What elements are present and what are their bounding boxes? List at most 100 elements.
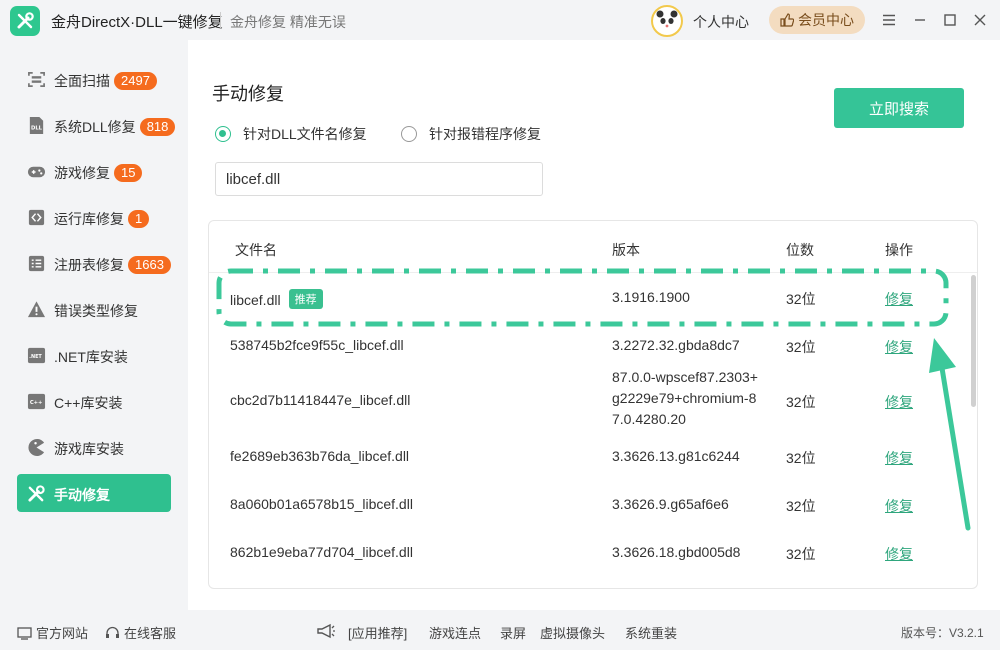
dll-filename-input[interactable] <box>215 162 543 196</box>
repair-link[interactable]: 修复 <box>885 496 913 516</box>
close-icon[interactable] <box>970 10 990 30</box>
results-table: 文件名 版本 位数 操作 libcef.dll 推荐 3.1916.1900 32… <box>208 220 978 589</box>
sidebar-item-error-type-repair[interactable]: 错误类型修复 <box>17 290 171 328</box>
bits-cell: 32位 <box>786 394 816 410</box>
repair-link[interactable]: 修复 <box>885 392 913 412</box>
search-now-button[interactable]: 立即搜索 <box>834 88 964 128</box>
footer-link-screen-record[interactable]: 录屏 <box>500 623 526 642</box>
app-subtitle: 金舟修复 精准无误 <box>230 14 346 30</box>
svg-text:DLL: DLL <box>31 125 43 131</box>
sidebar-item-game-lib-install[interactable]: 游戏库安装 <box>17 428 171 466</box>
radio-dll-filename[interactable]: 针对DLL文件名修复 <box>215 124 367 144</box>
sidebar-item-dotnet-install[interactable]: .NET .NET库安装 <box>17 336 171 374</box>
bits-cell: 32位 <box>786 450 816 466</box>
version-cell: 3.1916.1900 <box>612 289 690 305</box>
column-header-filename: 文件名 <box>235 242 277 258</box>
version-cell: 3.3626.18.gbd005d8 <box>612 544 741 560</box>
panda-avatar-icon <box>656 10 678 32</box>
radio-error-program[interactable]: 针对报错程序修复 <box>401 124 541 144</box>
home-icon <box>17 627 32 640</box>
radio-dot <box>215 126 231 142</box>
count-badge: 1663 <box>128 256 171 274</box>
file-name: fe2689eb363b76da_libcef.dll <box>230 448 410 464</box>
user-center-link[interactable]: 个人中心 <box>693 12 749 32</box>
sidebar-item-registry-repair[interactable]: 注册表修复 1663 <box>17 244 171 282</box>
sidebar-item-game-repair[interactable]: 游戏修复 15 <box>17 152 171 190</box>
member-center-label: 会员中心 <box>798 12 854 28</box>
sidebar-item-system-dll[interactable]: DLL 系统DLL修复 818 <box>17 106 176 144</box>
main-panel: 手动修复 立即搜索 针对DLL文件名修复 针对报错程序修复 文件名 版本 位数 … <box>188 40 1000 610</box>
title-bar: 金舟DirectX·DLL一键修复 金舟修复 精准无误 个人中心 会员中心 <box>0 0 1000 40</box>
sidebar-item-manual-repair[interactable]: 手动修复 <box>17 474 171 512</box>
radio-dot <box>401 126 417 142</box>
header-divider <box>209 272 977 273</box>
sidebar-item-cpp-install[interactable]: C++ C++库安装 <box>17 382 171 420</box>
bits-cell: 32位 <box>786 291 816 307</box>
version-line: 87.0.0-wpscef87.2303+ <box>612 369 758 385</box>
sidebar-item-runtime-repair[interactable]: 运行库修复 1 <box>17 198 171 236</box>
count-badge: 15 <box>114 164 143 182</box>
sidebar-item-label: .NET库安装 <box>54 349 128 365</box>
version-cell: 3.3626.13.g81c6244 <box>612 448 740 464</box>
cpp-icon: C++ <box>27 393 46 410</box>
tools-icon <box>28 485 45 502</box>
version-cell: 3.2272.32.gbda8dc7 <box>612 337 740 353</box>
footer-link-app-recommend[interactable]: [应用推荐] <box>348 623 407 642</box>
megaphone-icon <box>316 623 336 642</box>
scrollbar-thumb[interactable] <box>971 275 976 407</box>
sidebar-item-label: 系统DLL修复 <box>54 119 136 135</box>
count-badge: 818 <box>139 118 176 136</box>
column-header-action: 操作 <box>885 242 913 258</box>
headset-icon <box>106 626 119 638</box>
repair-link[interactable]: 修复 <box>885 448 913 468</box>
file-name: 862b1e9eba77d704_libcef.dll <box>230 544 413 560</box>
official-site-link[interactable]: 官方网站 <box>17 623 88 642</box>
svg-text:C++: C++ <box>30 400 43 406</box>
count-badge: 1 <box>128 210 150 228</box>
column-header-bits: 位数 <box>786 242 814 258</box>
svg-text:.NET: .NET <box>29 354 42 360</box>
sidebar-item-label: 注册表修复 <box>54 257 124 273</box>
footer-link-auto-clicker[interactable]: 游戏连点 <box>429 623 481 642</box>
minimize-icon[interactable] <box>910 10 930 30</box>
repair-link[interactable]: 修复 <box>885 289 913 309</box>
maximize-icon[interactable] <box>940 10 960 30</box>
official-site-label: 官方网站 <box>36 626 89 641</box>
runtime-icon <box>28 209 45 226</box>
footer-link-virtual-camera[interactable]: 虚拟摄像头 <box>540 623 605 642</box>
version-line: g2229e79+chromium-8 <box>612 390 757 406</box>
version-line: 7.0.4280.20 <box>612 411 686 427</box>
online-service-link[interactable]: 在线客服 <box>105 623 176 642</box>
repair-link[interactable]: 修复 <box>885 337 913 357</box>
sidebar-item-label: C++库安装 <box>54 395 123 411</box>
thumbs-up-icon <box>780 13 794 27</box>
radio-label: 针对DLL文件名修复 <box>243 126 367 142</box>
repair-link[interactable]: 修复 <box>885 544 913 564</box>
version-label: 版本号：V3.2.1 <box>901 626 984 640</box>
version-cell: 3.3626.9.g65af6e6 <box>612 496 729 512</box>
sidebar-item-label: 运行库修复 <box>54 211 124 227</box>
bits-cell: 32位 <box>786 546 816 562</box>
file-name: 538745b2fce9f55c_libcef.dll <box>230 337 404 353</box>
sidebar-item-label: 错误类型修复 <box>54 303 138 319</box>
title-divider <box>220 12 221 28</box>
version-cell: 87.0.0-wpscef87.2303+ g2229e79+chromium-… <box>612 367 782 430</box>
column-header-version: 版本 <box>612 242 640 258</box>
bits-cell: 32位 <box>786 339 816 355</box>
radio-label: 针对报错程序修复 <box>429 126 541 142</box>
file-name: libcef.dll <box>230 292 281 308</box>
gamepad-icon <box>27 166 46 178</box>
app-logo-icon <box>10 6 40 36</box>
file-name: 8a060b01a6578b15_libcef.dll <box>230 496 413 512</box>
dotnet-icon: .NET <box>27 347 46 364</box>
member-center-button[interactable]: 会员中心 <box>769 6 865 34</box>
user-avatar[interactable] <box>651 5 683 37</box>
registry-icon <box>28 255 45 272</box>
sidebar-item-label: 游戏修复 <box>54 165 110 181</box>
menu-icon[interactable] <box>879 10 899 30</box>
footer-link-system-reinstall[interactable]: 系统重装 <box>625 623 677 642</box>
dll-icon: DLL <box>29 116 44 135</box>
sidebar-item-full-scan[interactable]: 全面扫描 2497 <box>17 60 171 98</box>
recommend-badge: 推荐 <box>288 289 323 309</box>
bits-cell: 32位 <box>786 498 816 514</box>
